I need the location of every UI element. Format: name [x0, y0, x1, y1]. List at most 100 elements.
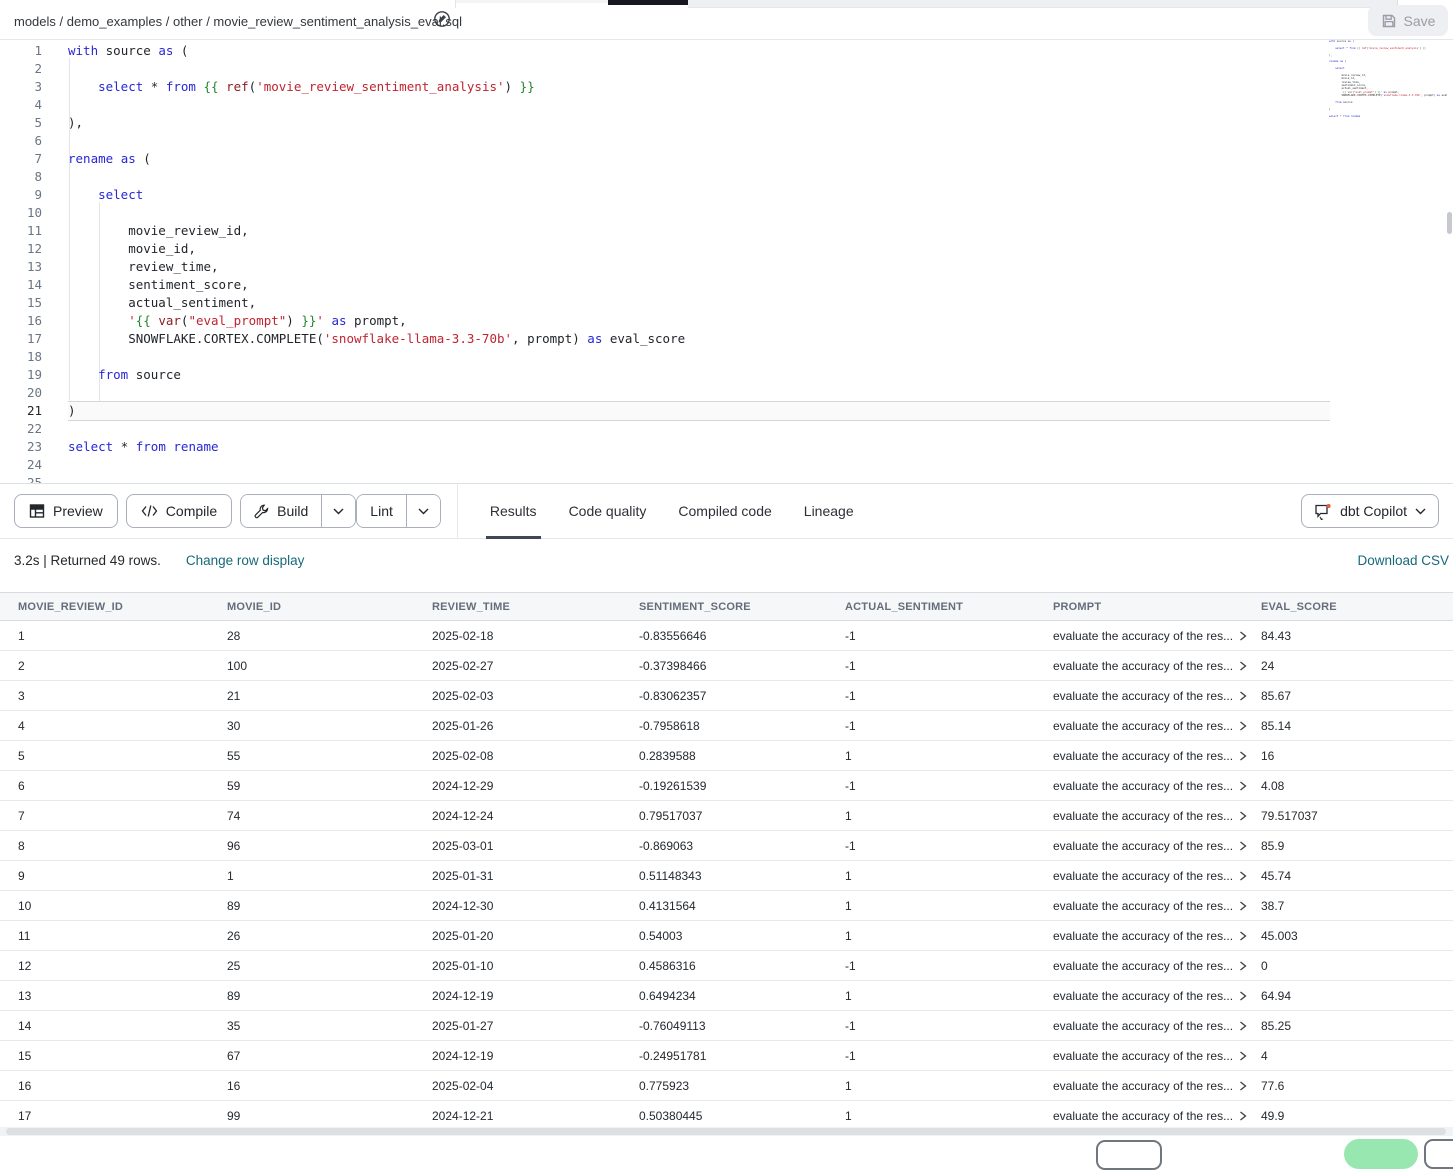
- download-csv-link[interactable]: Download CSV: [1357, 553, 1449, 568]
- code-lines[interactable]: with source as ( select * from {{ ref('m…: [68, 42, 1323, 484]
- lint-label: Lint: [370, 503, 393, 519]
- dbt-copilot-button[interactable]: dbt Copilot: [1301, 494, 1439, 528]
- change-row-display-link[interactable]: Change row display: [186, 553, 305, 568]
- tab-code-quality-label: Code quality: [569, 503, 647, 519]
- table-cell: 0.4131564: [639, 899, 845, 913]
- copilot-chevron-down-icon[interactable]: [1415, 508, 1426, 515]
- prompt-expand-chevron-icon[interactable]: [1239, 931, 1247, 941]
- line-number: 5: [0, 114, 42, 132]
- code-brackets-icon: [141, 504, 158, 518]
- table-cell: 4: [18, 719, 227, 733]
- code-line: rename as (: [68, 150, 1323, 168]
- table-cell: 2025-02-18: [432, 629, 639, 643]
- prompt-expand-chevron-icon[interactable]: [1239, 1081, 1247, 1091]
- table-cell: -1: [845, 1049, 1053, 1063]
- minimap[interactable]: with source as ( select * from {{ ref('m…: [1329, 40, 1447, 160]
- table-cell: 2025-01-26: [432, 719, 639, 733]
- minimap-content: with source as ( select * from {{ ref('m…: [1329, 40, 1447, 125]
- tab-results-label: Results: [490, 503, 537, 519]
- prompt-preview-text: evaluate the accuracy of the res...: [1053, 839, 1233, 853]
- prompt-cell: evaluate the accuracy of the res...: [1053, 989, 1261, 1003]
- code-line: select: [68, 186, 1323, 204]
- table-cell: 1: [845, 989, 1053, 1003]
- table-cell: 1: [845, 1109, 1053, 1123]
- table-cell: -0.83556646: [639, 629, 845, 643]
- lint-dropdown-chevron-icon[interactable]: [406, 495, 440, 527]
- code-line: SNOWFLAKE.CORTEX.COMPLETE('snowflake-lla…: [68, 330, 1323, 348]
- build-dropdown-chevron-icon[interactable]: [321, 495, 355, 527]
- results-table: MOVIE_REVIEW_IDMOVIE_IDREVIEW_TIMESENTIM…: [0, 592, 1453, 1131]
- editor-scrollbar-thumb[interactable]: [1447, 212, 1452, 234]
- table-cell: 89: [227, 989, 432, 1003]
- prompt-expand-chevron-icon[interactable]: [1239, 631, 1247, 641]
- horizontal-scrollbar[interactable]: [0, 1127, 1453, 1136]
- line-number: 2: [0, 60, 42, 78]
- prompt-expand-chevron-icon[interactable]: [1239, 661, 1247, 671]
- cutoff-green-button[interactable]: [1344, 1139, 1418, 1169]
- line-number: 15: [0, 294, 42, 312]
- line-number: 12: [0, 240, 42, 258]
- tab-code-quality[interactable]: Code quality: [553, 484, 663, 539]
- lint-split-button: Lint: [356, 494, 441, 528]
- prompt-expand-chevron-icon[interactable]: [1239, 1051, 1247, 1061]
- prompt-preview-text: evaluate the accuracy of the res...: [1053, 1079, 1233, 1093]
- table-cell: 5: [18, 749, 227, 763]
- prompt-preview-text: evaluate the accuracy of the res...: [1053, 809, 1233, 823]
- results-toolbar: Preview Compile Build Lint Results Code …: [0, 484, 1453, 539]
- code-line: SNOWFLAKE.CORTEX.COMPLETE('snowflake-lla…: [1329, 94, 1447, 97]
- table-cell: 74: [227, 809, 432, 823]
- code-line: from source: [68, 366, 1323, 384]
- prompt-expand-chevron-icon[interactable]: [1239, 871, 1247, 881]
- prompt-expand-chevron-icon[interactable]: [1239, 781, 1247, 791]
- table-row: 3212025-02-03-0.83062357-1evaluate the a…: [0, 681, 1453, 711]
- table-row: 13892024-12-190.64942341evaluate the acc…: [0, 981, 1453, 1011]
- prompt-expand-chevron-icon[interactable]: [1239, 721, 1247, 731]
- prompt-expand-chevron-icon[interactable]: [1239, 1021, 1247, 1031]
- prompt-preview-text: evaluate the accuracy of the res...: [1053, 779, 1233, 793]
- table-cell: 16: [18, 1079, 227, 1093]
- tab-lineage[interactable]: Lineage: [788, 484, 870, 539]
- code-editor[interactable]: 1234567891011121314151617181920212223242…: [0, 40, 1453, 484]
- prompt-expand-chevron-icon[interactable]: [1239, 751, 1247, 761]
- table-cell: -1: [845, 779, 1053, 793]
- prompt-expand-chevron-icon[interactable]: [1239, 841, 1247, 851]
- code-line: [68, 168, 1323, 186]
- prompt-expand-chevron-icon[interactable]: [1239, 991, 1247, 1001]
- tab-compiled-code-label: Compiled code: [678, 503, 771, 519]
- code-line: [68, 348, 1323, 366]
- table-cell: 1: [845, 869, 1053, 883]
- table-cell: 1: [845, 749, 1053, 763]
- footer-area: [0, 1136, 1453, 1145]
- tab-compiled-code[interactable]: Compiled code: [662, 484, 787, 539]
- table-cell: 0.51148343: [639, 869, 845, 883]
- line-number: 4: [0, 96, 42, 114]
- prompt-preview-text: evaluate the accuracy of the res...: [1053, 929, 1233, 943]
- table-cell: 2025-02-08: [432, 749, 639, 763]
- line-number: 8: [0, 168, 42, 186]
- table-cell: 1: [845, 1079, 1053, 1093]
- compile-button[interactable]: Compile: [126, 494, 232, 528]
- lint-button[interactable]: Lint: [357, 495, 406, 527]
- prompt-expand-chevron-icon[interactable]: [1239, 901, 1247, 911]
- prompt-expand-chevron-icon[interactable]: [1239, 811, 1247, 821]
- preview-label: Preview: [53, 503, 103, 519]
- table-cell: 14: [18, 1019, 227, 1033]
- prompt-expand-chevron-icon[interactable]: [1239, 691, 1247, 701]
- table-row: 4302025-01-26-0.7958618-1evaluate the ac…: [0, 711, 1453, 741]
- save-button[interactable]: Save: [1368, 5, 1448, 36]
- table-row: 912025-01-310.511483431evaluate the accu…: [0, 861, 1453, 891]
- breadcrumb[interactable]: models / demo_examples / other / movie_r…: [14, 14, 462, 29]
- preview-button[interactable]: Preview: [14, 494, 118, 528]
- prompt-expand-chevron-icon[interactable]: [1239, 1111, 1247, 1121]
- cutoff-button[interactable]: [1424, 1139, 1453, 1169]
- line-number: 1: [0, 42, 42, 60]
- horizontal-scrollbar-thumb[interactable]: [6, 1128, 1446, 1135]
- tab-results[interactable]: Results: [474, 484, 553, 539]
- table-cell: 30: [227, 719, 432, 733]
- build-button[interactable]: Build: [241, 495, 321, 527]
- code-line: [68, 420, 1323, 438]
- table-cell: 2025-01-27: [432, 1019, 639, 1033]
- table-row: 10892024-12-300.41315641evaluate the acc…: [0, 891, 1453, 921]
- column-header: REVIEW_TIME: [432, 601, 639, 613]
- prompt-expand-chevron-icon[interactable]: [1239, 961, 1247, 971]
